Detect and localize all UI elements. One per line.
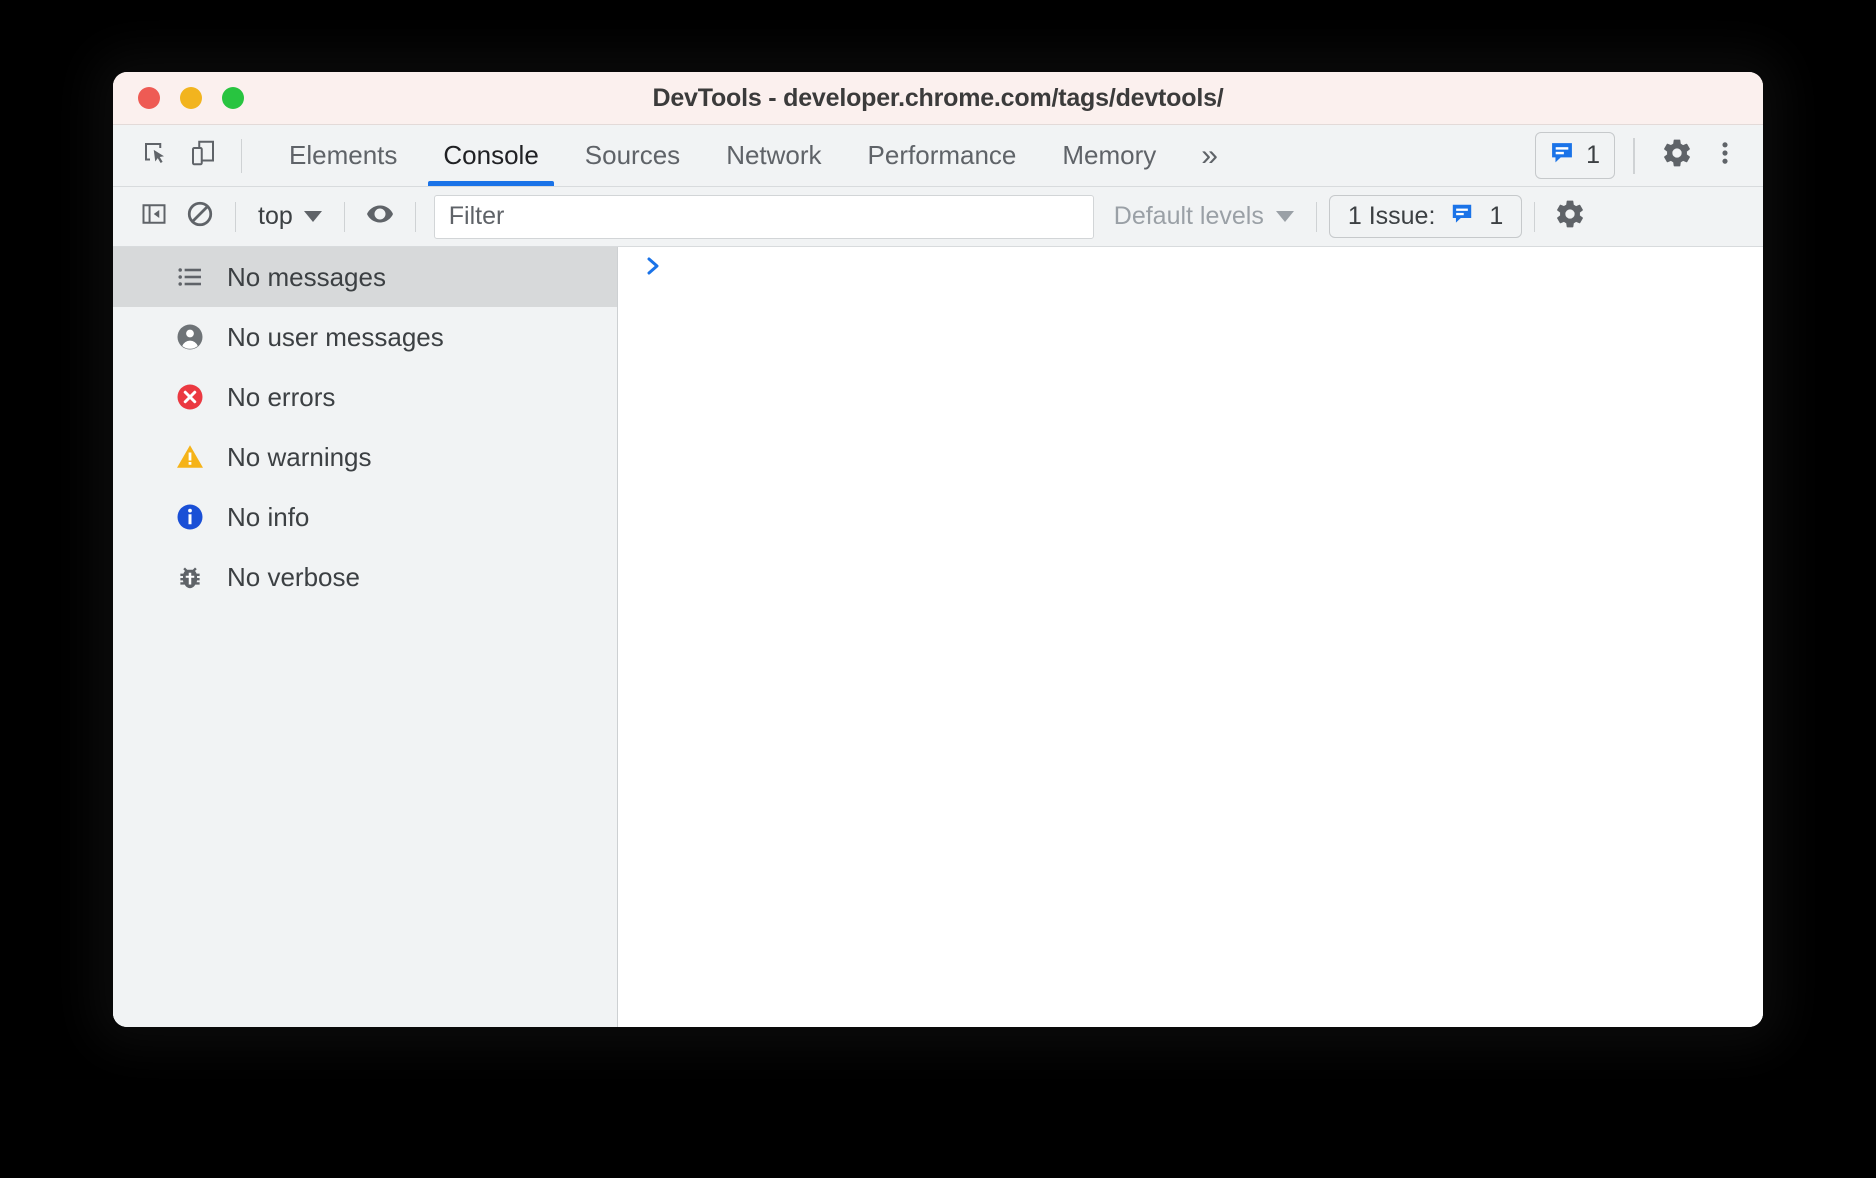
tab-elements[interactable]: Elements [266, 125, 420, 186]
inspect-element-icon [140, 138, 170, 173]
tab-console[interactable]: Console [420, 125, 561, 186]
filter-placeholder: Filter [449, 202, 505, 231]
console-toolbar-divider-5 [1534, 202, 1535, 232]
console-settings-button[interactable] [1547, 195, 1593, 239]
console-prompt-row[interactable] [618, 247, 1763, 291]
error-circle-icon [175, 382, 205, 412]
tab-performance[interactable]: Performance [845, 125, 1040, 186]
sidebar-item-no-errors[interactable]: No errors [113, 367, 617, 427]
console-sidebar-toggle-button[interactable] [131, 195, 177, 239]
issue-counter-button[interactable]: 1 Issue: 1 [1329, 195, 1522, 238]
tab-label: Elements [289, 140, 397, 171]
settings-button[interactable] [1653, 133, 1701, 179]
sidebar-item-label: No info [227, 502, 309, 533]
console-sidebar-toggle-icon [140, 200, 168, 233]
issues-message-icon [1548, 139, 1576, 172]
javascript-context-selector[interactable]: top [248, 198, 332, 235]
live-expression-button[interactable] [357, 195, 403, 239]
issue-counter-label: 1 Issue: [1348, 202, 1436, 231]
maximize-button[interactable] [222, 87, 244, 109]
inspect-element-button[interactable] [131, 133, 179, 179]
gear-icon [1554, 198, 1586, 235]
tab-label: Network [726, 140, 821, 171]
window-title: DevTools - developer.chrome.com/tags/dev… [113, 84, 1763, 113]
console-body: No messages No user messages [113, 247, 1763, 1027]
eye-icon [365, 199, 395, 234]
devtools-window: DevTools - developer.chrome.com/tags/dev… [113, 72, 1763, 1027]
gear-icon [1661, 137, 1693, 174]
tabbar-right-divider [1633, 138, 1635, 174]
warning-triangle-icon [175, 442, 205, 472]
close-button[interactable] [138, 87, 160, 109]
devtools-tabbar: Elements Console Sources Network Perform… [113, 125, 1763, 187]
issues-message-icon [1449, 201, 1475, 232]
sidebar-item-no-verbose[interactable]: No verbose [113, 547, 617, 607]
more-tabs-button[interactable]: » [1179, 125, 1240, 186]
console-toolbar: top Filter Default levels [113, 187, 1763, 247]
sidebar-item-no-user-messages[interactable]: No user messages [113, 307, 617, 367]
tab-memory[interactable]: Memory [1039, 125, 1179, 186]
tab-label: Sources [585, 140, 680, 171]
sidebar-item-label: No errors [227, 382, 335, 413]
clear-console-button[interactable] [177, 195, 223, 239]
minimize-button[interactable] [180, 87, 202, 109]
tab-network[interactable]: Network [703, 125, 844, 186]
user-icon [175, 322, 205, 352]
issues-badge-button[interactable]: 1 [1535, 132, 1615, 179]
window-titlebar: DevTools - developer.chrome.com/tags/dev… [113, 72, 1763, 125]
issues-badge-count: 1 [1586, 141, 1600, 170]
sidebar-item-no-warnings[interactable]: No warnings [113, 427, 617, 487]
sidebar-item-label: No user messages [227, 322, 444, 353]
sidebar-item-label: No verbose [227, 562, 360, 593]
issue-counter-count: 1 [1489, 202, 1503, 231]
context-value: top [258, 202, 293, 231]
tab-label: Memory [1062, 140, 1156, 171]
chevron-down-icon [304, 211, 322, 222]
console-toolbar-divider-4 [1316, 202, 1317, 232]
chevron-double-right-icon: » [1201, 139, 1218, 173]
sidebar-item-label: No messages [227, 262, 386, 293]
console-sidebar: No messages No user messages [113, 247, 618, 1027]
window-controls [138, 87, 244, 109]
more-options-button[interactable] [1701, 133, 1749, 179]
filter-input[interactable]: Filter [434, 195, 1094, 239]
console-output-pane[interactable] [618, 247, 1763, 1027]
console-toolbar-divider-3 [415, 202, 416, 232]
bug-icon [175, 562, 205, 592]
chevron-down-icon [1276, 211, 1294, 222]
tabbar-divider [241, 139, 242, 173]
device-toolbar-icon [188, 138, 218, 173]
tab-label: Console [443, 140, 538, 171]
list-icon [175, 262, 205, 292]
log-levels-selector[interactable]: Default levels [1104, 198, 1304, 235]
levels-value: Default levels [1114, 202, 1264, 231]
clear-console-icon [185, 199, 215, 234]
tab-sources[interactable]: Sources [562, 125, 703, 186]
sidebar-item-label: No warnings [227, 442, 372, 473]
sidebar-item-no-info[interactable]: No info [113, 487, 617, 547]
panel-tabs: Elements Console Sources Network Perform… [266, 125, 1240, 186]
prompt-chevron-icon [644, 255, 664, 283]
device-toolbar-button[interactable] [179, 133, 227, 179]
console-toolbar-divider-1 [235, 202, 236, 232]
sidebar-item-no-messages[interactable]: No messages [113, 247, 617, 307]
info-circle-icon [175, 502, 205, 532]
console-toolbar-divider-2 [344, 202, 345, 232]
three-dot-menu-icon [1711, 139, 1739, 172]
tab-label: Performance [868, 140, 1017, 171]
screen-root: DevTools - developer.chrome.com/tags/dev… [0, 0, 1876, 1178]
